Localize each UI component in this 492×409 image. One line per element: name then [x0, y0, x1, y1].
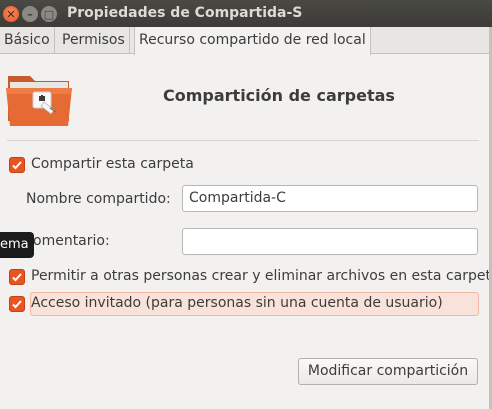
share-name-field[interactable]: Compartida-C: [182, 185, 478, 212]
allow-others-label: Permitir a otras personas crear y elimin…: [31, 268, 492, 284]
minimize-button[interactable]: –: [22, 6, 38, 22]
shared-folder-icon: [6, 70, 72, 128]
share-folder-label: Compartir esta carpeta: [31, 156, 194, 172]
share-folder-checkbox[interactable]: [9, 157, 25, 173]
guest-access-label: Acceso invitado (para personas sin una c…: [31, 295, 443, 311]
checkmark-icon: [12, 273, 22, 282]
maximize-button[interactable]: □: [41, 6, 57, 22]
tab-basico[interactable]: Básico: [0, 27, 55, 54]
minimize-icon: –: [27, 7, 33, 21]
tab-bar: Básico Permisos Recurso compartido de re…: [0, 27, 492, 55]
window-title: Propiedades de Compartida-S: [67, 5, 303, 21]
header-divider: [7, 140, 479, 141]
checkmark-icon: [12, 161, 22, 170]
checkmark-icon: [12, 300, 22, 309]
share-name-label: Nombre compartido:: [26, 191, 171, 207]
modify-share-button[interactable]: Modificar compartición: [298, 358, 478, 385]
tooltip: ema: [0, 232, 34, 258]
close-icon: ✕: [6, 7, 16, 21]
guest-access-checkbox[interactable]: [9, 296, 25, 312]
comment-field[interactable]: [182, 228, 478, 255]
comment-label: omentario:: [33, 233, 110, 249]
tab-recurso-compartido[interactable]: Recurso compartido de red local: [134, 27, 371, 55]
tab-permisos[interactable]: Permisos: [58, 27, 130, 54]
allow-others-checkbox[interactable]: [9, 269, 25, 285]
window-titlebar: ✕ – □ Propiedades de Compartida-S: [0, 0, 492, 27]
maximize-icon: □: [43, 7, 55, 21]
page-title: Compartición de carpetas: [163, 86, 395, 105]
close-button[interactable]: ✕: [3, 6, 19, 22]
